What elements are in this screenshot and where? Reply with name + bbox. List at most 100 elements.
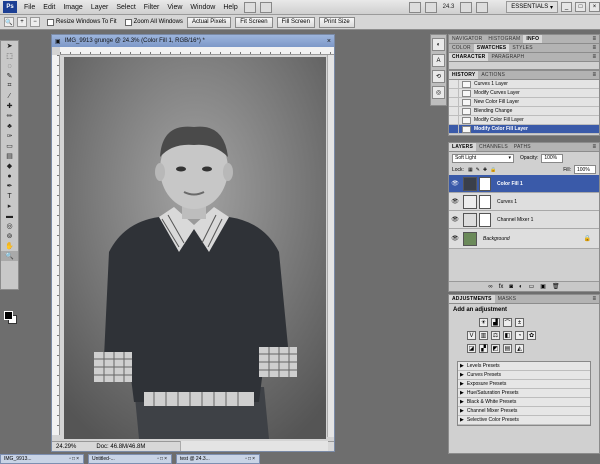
minimize-icon[interactable]: _ (561, 2, 572, 12)
blend-mode-select[interactable]: Soft Light ▾ (452, 153, 514, 163)
tab-actions[interactable]: ACTIONS (478, 71, 508, 79)
clone-stamp-tool-icon[interactable]: ♣ (1, 121, 18, 131)
tab-masks[interactable]: MASKS (495, 295, 520, 303)
eye-icon[interactable]: 👁 (449, 180, 461, 187)
window-controls-icon[interactable]: ▫□× (157, 456, 168, 462)
maximize-icon[interactable]: □ (575, 2, 586, 12)
layer-name[interactable]: Channel Mixer 1 (497, 217, 533, 223)
zoom-tool-icon[interactable]: 🔍 (1, 251, 18, 261)
move-tool-icon[interactable]: ➤ (1, 41, 18, 51)
menu-window[interactable]: Window (186, 4, 219, 11)
new-adjustment-icon[interactable]: ◐ (519, 284, 523, 290)
menu-edit[interactable]: Edit (39, 4, 59, 11)
history-item[interactable]: Modify Curves Layer (449, 88, 599, 98)
posterize-icon[interactable]: ▞ (479, 344, 488, 353)
gradient-map-icon[interactable]: ▤ (503, 344, 512, 353)
panel-menu-icon[interactable]: ≡ (592, 35, 599, 43)
color-panel-icon[interactable]: ◐ (432, 38, 445, 51)
3d-orbit-tool-icon[interactable]: ⊚ (1, 231, 18, 241)
levels-icon[interactable]: ▟ (491, 318, 500, 327)
arrange-icon[interactable] (460, 1, 473, 13)
zoom-in-icon[interactable]: + (17, 17, 27, 27)
preset-item[interactable]: ▶ Exposure Presets (458, 380, 590, 389)
fill-screen-button[interactable]: Fill Screen (276, 16, 315, 28)
bridge-icon[interactable] (243, 1, 256, 13)
eye-icon[interactable]: 👁 (449, 235, 461, 242)
close-icon[interactable]: × (327, 38, 331, 45)
tab-histogram[interactable]: HISTOGRAM (485, 35, 523, 43)
screen-mode-icon[interactable] (476, 1, 489, 13)
vertical-ruler[interactable] (52, 55, 60, 435)
history-brush-tool-icon[interactable]: ✑ (1, 131, 18, 141)
fill-field[interactable]: 100% (574, 165, 596, 174)
history-panel-icon[interactable]: ⟲ (432, 70, 445, 83)
menu-view[interactable]: View (163, 4, 186, 11)
tab-color[interactable]: COLOR (449, 44, 474, 52)
eyedropper-tool-icon[interactable]: ⁄ (1, 91, 18, 101)
panel-menu-icon[interactable]: ≡ (592, 44, 599, 52)
layer-mask-thumbnail[interactable] (479, 194, 491, 209)
window-controls-icon[interactable]: ▫□× (245, 456, 256, 462)
workspace-button[interactable]: ESSENTIALS ▾ (506, 1, 558, 13)
black-white-icon[interactable]: ◧ (503, 331, 512, 340)
lock-transparent-icon[interactable]: ▦ (468, 167, 473, 173)
lock-image-icon[interactable]: ✎ (476, 167, 480, 173)
brush-tool-icon[interactable]: ✏ (1, 111, 18, 121)
pen-tool-icon[interactable]: ✒ (1, 181, 18, 191)
tab-history[interactable]: HISTORY (449, 71, 479, 79)
layer-row-curves[interactable]: 👁 Curves 1 (449, 193, 599, 211)
preset-item[interactable]: ▶ Channel Mixer Presets (458, 407, 590, 416)
print-size-button[interactable]: Print Size (318, 16, 355, 28)
layer-row-channel-mixer[interactable]: 👁 Channel Mixer 1 (449, 211, 599, 229)
history-item[interactable]: Curves 1 Layer (449, 79, 599, 89)
trash-icon[interactable]: 🗑 (552, 283, 560, 290)
menu-image[interactable]: Image (59, 4, 86, 11)
shape-tool-icon[interactable]: ▬ (1, 211, 18, 221)
marquee-tool-icon[interactable]: ⬚ (1, 51, 18, 61)
mini-bridge-icon[interactable] (259, 1, 272, 13)
eye-icon[interactable]: 👁 (449, 216, 461, 223)
crop-tool-icon[interactable]: ⌗ (1, 81, 18, 91)
menu-select[interactable]: Select (112, 4, 139, 11)
layer-row-color-fill[interactable]: 👁 Color Fill 1 (449, 175, 599, 193)
tab-adjustments[interactable]: ADJUSTMENTS (449, 295, 495, 303)
layer-name[interactable]: Background (483, 236, 510, 242)
exposure-icon[interactable]: ± (515, 318, 524, 327)
channel-mixer-icon[interactable]: ✿ (527, 331, 536, 340)
opacity-field[interactable]: 100% (541, 153, 564, 163)
curves-icon[interactable]: ⌒ (503, 318, 512, 327)
lock-all-icon[interactable]: 🔒 (490, 167, 496, 173)
vertical-scrollbar[interactable] (327, 55, 334, 437)
invert-icon[interactable]: ◪ (467, 344, 476, 353)
brightness-icon[interactable]: ☀ (479, 318, 488, 327)
window-controls-icon[interactable]: ▫□× (69, 456, 80, 462)
minimized-doc-1[interactable]: IMG_9913... ▫□× (0, 454, 84, 464)
tab-navigator[interactable]: NAVIGATOR (449, 35, 485, 43)
layer-mask-thumbnail[interactable] (479, 212, 491, 227)
fit-screen-button[interactable]: Fit Screen (235, 16, 273, 28)
panel-menu-icon[interactable]: ≡ (592, 71, 599, 79)
clone-source-panel-icon[interactable]: ◎ (432, 86, 445, 99)
layer-name[interactable]: Curves 1 (497, 199, 517, 205)
tab-paths[interactable]: PATHS (511, 143, 534, 151)
new-layer-icon[interactable]: ▣ (540, 283, 546, 290)
vibrance-icon[interactable]: V (467, 331, 476, 340)
zoom-level[interactable]: 24.3 (443, 4, 455, 10)
actual-pixels-button[interactable]: Actual Pixels (186, 16, 232, 28)
hue-saturation-icon[interactable]: ▥ (479, 331, 488, 340)
resize-windows-checkbox[interactable]: Resize Windows To Fit (47, 18, 117, 26)
panel-menu-icon[interactable]: ≡ (592, 295, 599, 303)
image-canvas[interactable] (64, 57, 326, 439)
menu-file[interactable]: File (20, 4, 39, 11)
tab-info[interactable]: INFO (523, 35, 543, 43)
history-item[interactable]: New Color Fill Layer (449, 97, 599, 107)
color-balance-icon[interactable]: ⚖ (491, 331, 500, 340)
character-panel-icon[interactable]: A (432, 54, 445, 67)
preset-item[interactable]: ▶ Curves Presets (458, 371, 590, 380)
layer-style-icon[interactable]: fx (499, 284, 504, 290)
preset-item[interactable]: ▶ Black & White Presets (458, 398, 590, 407)
history-item[interactable]: Blending Change (449, 106, 599, 116)
lasso-tool-icon[interactable]: ◌ (1, 61, 18, 71)
menu-help[interactable]: Help (219, 4, 241, 11)
gradient-tool-icon[interactable]: ▤ (1, 151, 18, 161)
